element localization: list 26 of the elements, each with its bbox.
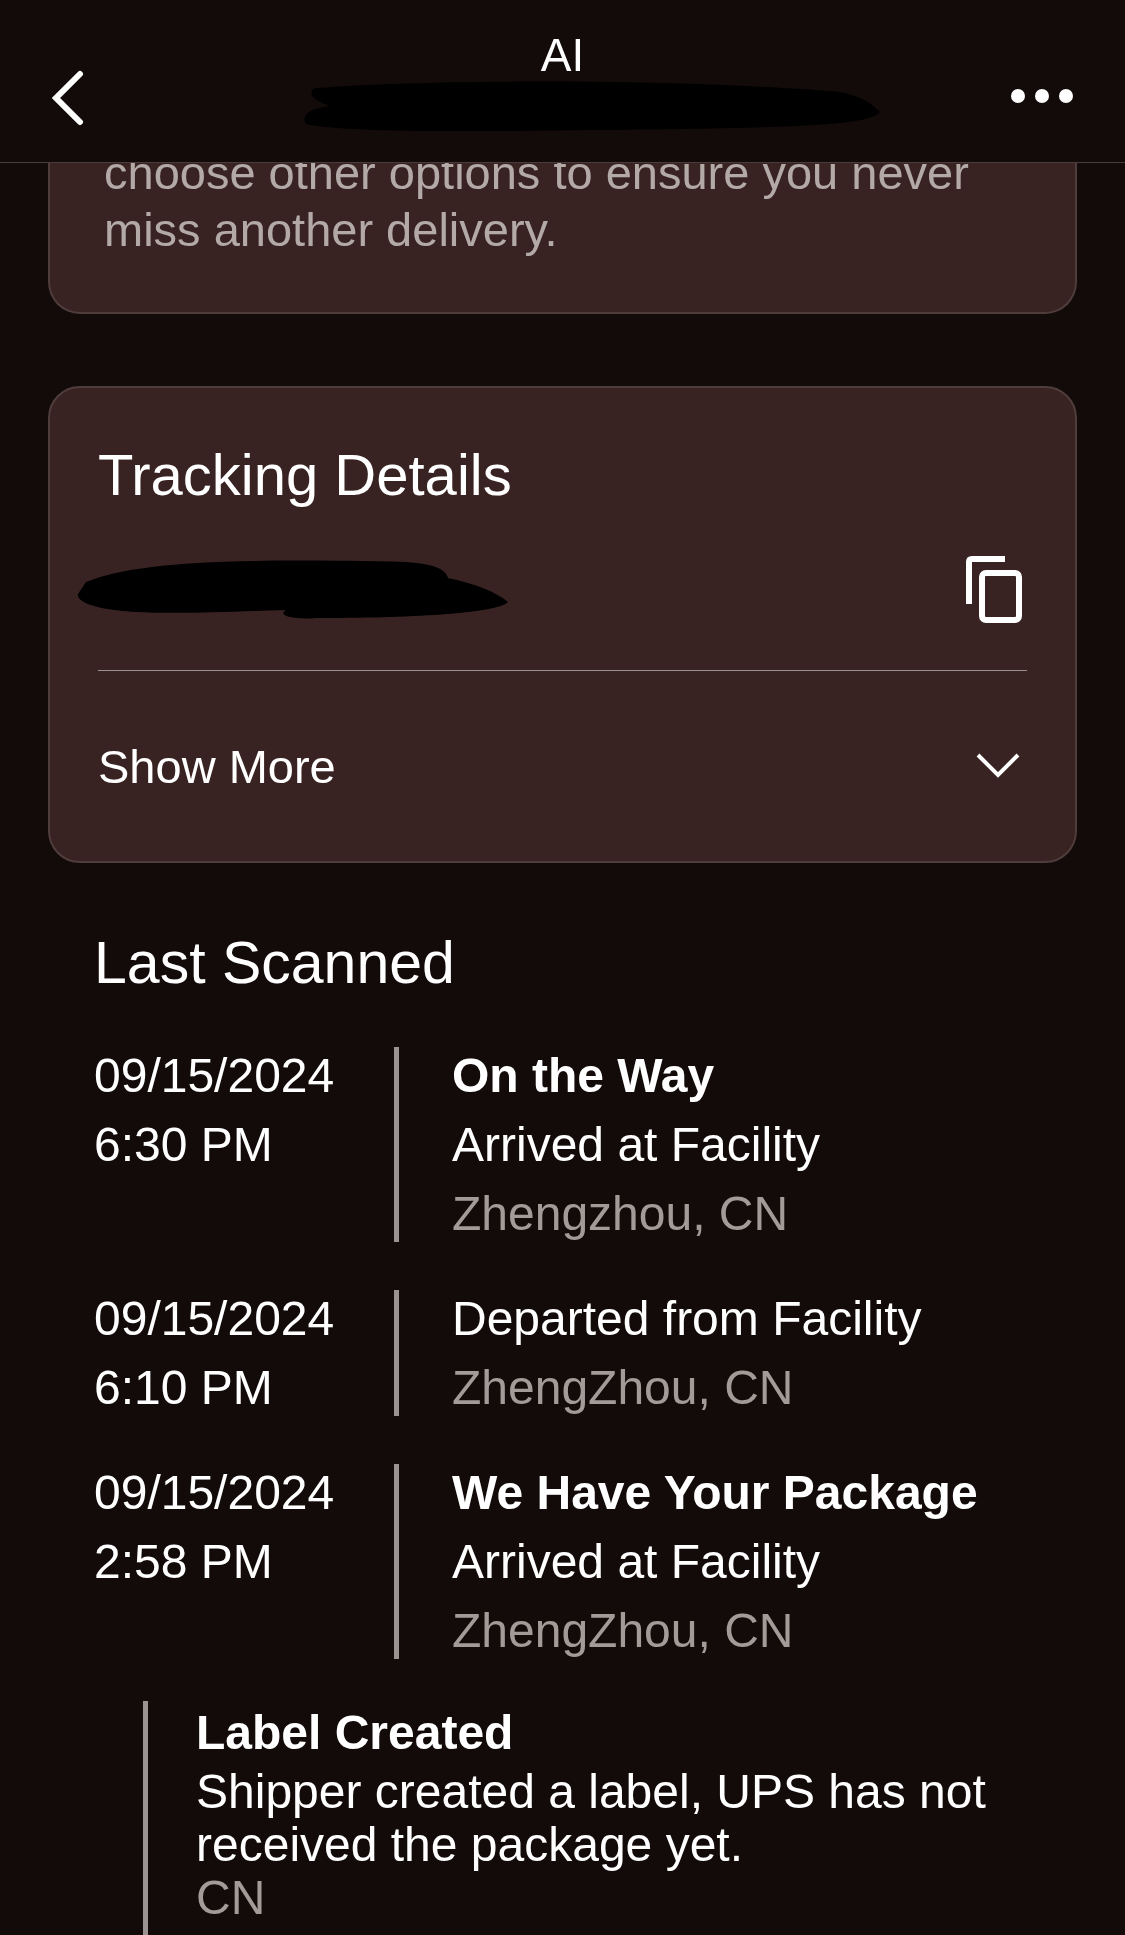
scan-time: 2:58 PM [94, 1534, 274, 1590]
notice-text: choose other options to ensure you never miss another delivery. [104, 145, 970, 258]
scan-time: 6:10 PM [94, 1360, 274, 1416]
scan-status: On the Way [452, 1048, 716, 1104]
scan-description: Arrived at Facility [452, 1117, 821, 1173]
scan-location: ZhengZhou, CN [452, 1603, 795, 1659]
show-more-button[interactable]: Show More [98, 671, 1027, 861]
scan-location: ZhengZhou, CN [452, 1360, 795, 1416]
back-icon[interactable] [50, 70, 84, 126]
scan-date: 09/15/2024 [94, 1465, 336, 1521]
scan-date: 09/15/2024 [94, 1048, 336, 1104]
copy-icon[interactable] [965, 556, 1023, 624]
scan-status: We Have Your Package [452, 1465, 978, 1521]
chevron-down-icon [975, 752, 1021, 780]
scan-time: 6:30 PM [94, 1117, 274, 1173]
header-title: AI [540, 28, 585, 82]
scan-location: Zhengzhou, CN [452, 1186, 790, 1242]
more-icon[interactable] [1010, 88, 1074, 104]
scan-description: Departed from Facility [452, 1291, 922, 1347]
scan-description: Arrived at Facility [452, 1534, 822, 1590]
card-title: Tracking Details [98, 441, 513, 509]
section-title: Last Scanned [94, 929, 456, 998]
scan-description: Shipper created a label, UPS has not received the package yet. [196, 1765, 987, 1871]
scan-status: Label Created [196, 1705, 515, 1761]
scan-date: 09/15/2024 [94, 1291, 336, 1347]
scan-location: CN [196, 1871, 267, 1924]
